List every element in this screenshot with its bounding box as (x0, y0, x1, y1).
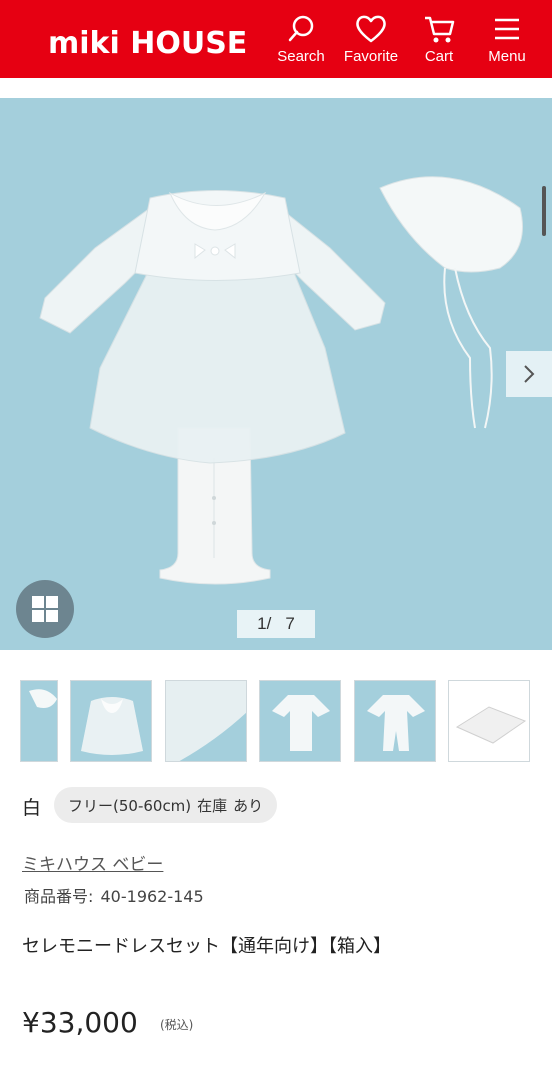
search-button[interactable]: Search (266, 14, 336, 65)
size-value: フリー(50-60cm) (68, 796, 192, 815)
cart-label: Cart (424, 48, 454, 65)
tax-note: (税込) (160, 1018, 194, 1032)
grid-view-button[interactable] (16, 580, 74, 638)
brand-link[interactable]: ミキハウス ベビー (22, 850, 163, 875)
product-number-label: 商品番号: (24, 887, 94, 906)
product-main-image[interactable]: 1/ 7 (0, 98, 552, 650)
chevron-right-icon (524, 365, 535, 383)
image-counter-total: 7 (285, 614, 295, 633)
image-counter-current: 1/ (257, 614, 272, 633)
thumbnail-strip (20, 680, 552, 764)
scroll-indicator[interactable] (542, 186, 546, 236)
thumbnail-6[interactable] (448, 680, 530, 762)
thumbnail-4[interactable] (259, 680, 341, 762)
ceremony-dress-photo (0, 98, 552, 650)
site-header: miki HOUSE Search Favorite Cart Menu (0, 0, 552, 78)
cart-icon (425, 16, 455, 43)
search-icon (288, 15, 314, 42)
favorite-label: Favorite (343, 48, 399, 65)
menu-icon (495, 18, 519, 40)
product-title: セレモニードレスセット【通年向け】【箱入】 (22, 936, 391, 957)
product-number: 商品番号: 40-1962-145 (22, 883, 204, 907)
thumbnail-2[interactable] (70, 680, 152, 762)
brand-logo[interactable]: miki HOUSE (48, 24, 247, 64)
favorite-button[interactable]: Favorite (336, 14, 406, 65)
image-counter: 1/ 7 (237, 610, 315, 638)
grid-icon (32, 596, 58, 622)
product-number-value: 40-1962-145 (100, 887, 204, 906)
cart-button[interactable]: Cart (404, 14, 474, 65)
heart-icon (356, 15, 386, 43)
stock-value: あり (233, 796, 264, 815)
menu-button[interactable]: Menu (472, 14, 542, 65)
color-label: 白 (22, 797, 42, 819)
thumbnail-5[interactable] (354, 680, 436, 762)
next-image-button[interactable] (506, 351, 552, 397)
menu-label: Menu (488, 48, 526, 65)
search-label: Search (277, 48, 325, 65)
size-stock-chip[interactable]: フリー(50-60cm) 在庫 あり (54, 787, 278, 823)
thumbnail-3[interactable] (165, 680, 247, 762)
product-price: ¥33,000 (22, 1006, 138, 1039)
thumbnail-1[interactable] (20, 680, 58, 762)
stock-label: 在庫 (197, 796, 228, 815)
